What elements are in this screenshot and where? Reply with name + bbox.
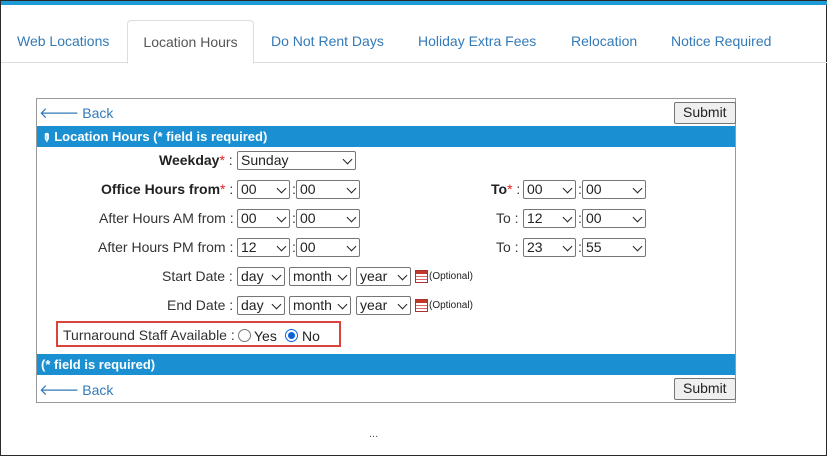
weekday-select[interactable]: Sunday [237, 151, 356, 170]
chevron-down-icon [632, 183, 643, 194]
pm-to-hour-select[interactable]: 23 [523, 238, 576, 257]
office-to-min-select[interactable]: 00 [582, 180, 646, 199]
end-year-value: year [360, 297, 388, 313]
am-to-hour-select[interactable]: 12 [523, 209, 576, 228]
start-year-value: year [360, 268, 388, 284]
back-link-bottom[interactable]: 🡐 Back [39, 380, 113, 399]
start-day-value: day [241, 268, 264, 284]
after-hours-am-from-label: After Hours AM from : [99, 210, 234, 226]
office-from-min-value: 00 [300, 181, 316, 197]
am-to-hour-value: 12 [527, 210, 543, 226]
chevron-down-icon [397, 299, 408, 310]
turnaround-highlight-box [56, 321, 341, 347]
back-arrow-icon: 🡐 [39, 105, 80, 122]
tab-bar: Web Locations Location Hours Do Not Rent… [1, 20, 827, 64]
tab-notice-required[interactable]: Notice Required [671, 20, 771, 63]
start-date-optional: (Optional) [429, 271, 473, 282]
am-from-min-value: 00 [300, 210, 316, 226]
tab-location-hours[interactable]: Location Hours [127, 20, 254, 64]
chevron-down-icon [397, 270, 408, 281]
start-month-value: month [293, 268, 332, 284]
pm-from-hour-select[interactable]: 12 [237, 238, 290, 257]
office-to-hour-select[interactable]: 00 [523, 180, 576, 199]
location-hours-panel: 🡐 Back Submit ✎Location Hours (* field is… [36, 98, 736, 403]
weekday-value: Sunday [241, 152, 289, 168]
office-to-hour-value: 00 [527, 181, 543, 197]
chevron-down-icon [632, 212, 643, 223]
pm-from-min-select[interactable]: 00 [296, 238, 360, 257]
chevron-down-icon [346, 241, 357, 252]
back-arrow-icon: 🡐 [39, 382, 80, 399]
pm-to-hour-value: 23 [527, 239, 543, 255]
tab-holiday-extra-fees[interactable]: Holiday Extra Fees [418, 20, 536, 63]
office-hours-to-label: To* : [491, 181, 521, 197]
form-footer-bar: (* field is required) [37, 354, 735, 375]
after-hours-pm-to-label: To : [496, 239, 519, 255]
chevron-down-icon [271, 270, 282, 281]
pm-to-min-select[interactable]: 55 [582, 238, 646, 257]
submit-button-top[interactable]: Submit [674, 102, 736, 124]
end-day-value: day [241, 297, 264, 313]
chevron-down-icon [276, 212, 287, 223]
end-day-select[interactable]: day [237, 296, 285, 315]
chevron-down-icon [346, 183, 357, 194]
chevron-down-icon [276, 241, 287, 252]
office-from-hour-select[interactable]: 00 [237, 180, 290, 199]
pm-from-min-value: 00 [300, 239, 316, 255]
required-asterisk: * [507, 181, 513, 197]
calendar-icon[interactable] [415, 270, 428, 283]
form-header-title: Location Hours (* field is required) [54, 129, 268, 144]
chevron-down-icon [562, 183, 573, 194]
end-month-select[interactable]: month [289, 296, 351, 315]
chevron-down-icon [271, 299, 282, 310]
chevron-down-icon [342, 154, 353, 165]
office-hours-from-label: Office Hours from* : [101, 181, 234, 197]
submit-button-bottom[interactable]: Submit [674, 378, 736, 400]
end-date-optional: (Optional) [429, 300, 473, 311]
top-accent-bar [1, 1, 827, 5]
back-link-top[interactable]: 🡐 Back [39, 103, 113, 122]
end-year-select[interactable]: year [356, 296, 411, 315]
end-month-value: month [293, 297, 332, 313]
calendar-icon[interactable] [415, 299, 428, 312]
am-from-hour-value: 00 [241, 210, 257, 226]
office-from-hour-value: 00 [241, 181, 257, 197]
office-to-min-value: 00 [586, 181, 602, 197]
start-year-select[interactable]: year [356, 267, 411, 286]
start-month-select[interactable]: month [289, 267, 351, 286]
form-header-bar: ✎Location Hours (* field is required) [37, 126, 735, 147]
pm-from-hour-value: 12 [241, 239, 257, 255]
back-label: Back [82, 382, 114, 398]
after-hours-pm-from-label: After Hours PM from : [98, 239, 234, 255]
tab-web-locations[interactable]: Web Locations [17, 20, 109, 63]
start-date-label: Start Date : [162, 268, 233, 284]
chevron-down-icon [562, 241, 573, 252]
pm-to-min-value: 55 [586, 239, 602, 255]
tab-do-not-rent-days[interactable]: Do Not Rent Days [271, 20, 384, 63]
chevron-down-icon [337, 299, 348, 310]
after-hours-am-to-label: To : [496, 210, 519, 226]
weekday-label: Weekday* : [159, 152, 233, 168]
am-from-min-select[interactable]: 00 [296, 209, 360, 228]
am-to-min-select[interactable]: 00 [582, 209, 646, 228]
back-label: Back [82, 105, 114, 121]
chevron-down-icon [346, 212, 357, 223]
office-from-min-select[interactable]: 00 [296, 180, 360, 199]
chevron-down-icon [337, 270, 348, 281]
am-to-min-value: 00 [586, 210, 602, 226]
tab-relocation[interactable]: Relocation [571, 20, 637, 63]
start-day-select[interactable]: day [237, 267, 285, 286]
required-asterisk: * [219, 152, 225, 168]
chevron-down-icon [632, 241, 643, 252]
end-date-label: End Date : [167, 297, 234, 313]
required-asterisk: * [220, 181, 226, 197]
am-from-hour-select[interactable]: 00 [237, 209, 290, 228]
chevron-down-icon [562, 212, 573, 223]
chevron-down-icon [276, 183, 287, 194]
page-ellipsis: ... [369, 428, 379, 440]
